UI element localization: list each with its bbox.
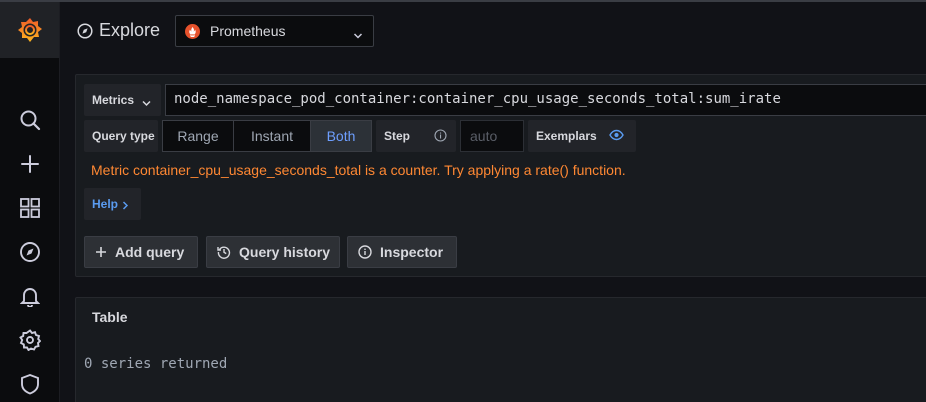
inspector-label: Inspector [380,244,444,260]
add-query-button[interactable]: Add query [84,236,198,268]
chevron-down-icon [353,27,363,45]
metrics-browser-button[interactable]: Metrics [84,84,161,116]
query-field[interactable]: node_namespace_pod_container:container_c… [165,84,926,116]
history-icon [217,245,231,259]
prometheus-logo-icon [185,24,200,39]
info-circle-icon [358,245,372,259]
dashboards-icon[interactable] [14,192,46,224]
query-type-instant[interactable]: Instant [233,120,311,152]
page-header: Explore Prometheus [60,2,926,58]
gear-icon[interactable] [14,324,46,356]
bell-icon[interactable] [14,280,46,312]
grafana-logo-icon [17,18,42,42]
table-empty-message: 0 series returned [84,356,228,372]
plus-icon [95,246,107,258]
grafana-logo[interactable] [0,2,59,58]
chevron-down-icon [142,96,151,110]
table-title: Table [92,309,128,325]
table-panel: Table 0 series returned [75,297,926,402]
help-button[interactable]: Help [84,188,141,220]
query-type-both[interactable]: Both [310,120,372,152]
datasource-picker[interactable]: Prometheus [175,15,374,47]
explore-title-icon [77,23,93,39]
chevron-right-icon [122,199,129,213]
search-icon[interactable] [14,104,46,136]
counter-warning-text: Metric container_cpu_usage_seconds_total… [91,162,626,178]
shield-icon[interactable] [14,368,46,400]
query-editor-panel: Metrics node_namespace_pod_container:con… [75,74,926,277]
explore-icon[interactable] [14,236,46,268]
datasource-name: Prometheus [210,23,286,39]
add-query-label: Add query [115,244,185,260]
metrics-label: Metrics [92,93,135,107]
step-label-box: Step [376,120,456,152]
info-icon[interactable] [434,129,447,145]
step-input[interactable]: auto [460,120,524,152]
step-label: Step [384,129,411,143]
exemplars-toggle[interactable]: Exemplars [528,120,636,152]
query-history-button[interactable]: Query history [206,236,340,268]
inspector-button[interactable]: Inspector [347,236,457,268]
eye-icon [609,129,624,144]
sidebar [0,2,60,402]
page-title: Explore [99,20,161,40]
query-history-label: Query history [239,244,331,260]
plus-icon[interactable] [14,148,46,180]
query-type-label: Query type [84,120,158,152]
exemplars-label: Exemplars [536,129,597,143]
query-type-range[interactable]: Range [162,120,234,152]
help-label: Help [92,197,119,211]
